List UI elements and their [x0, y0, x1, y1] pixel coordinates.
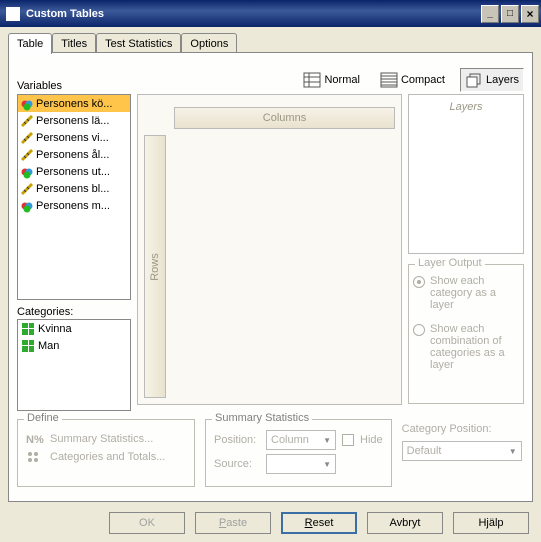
define-legend: Define [24, 412, 62, 424]
category-position-combo[interactable]: Default ▼ [402, 441, 522, 461]
summary-statistics-label: Summary Statistics... [50, 433, 153, 445]
table-canvas[interactable]: Columns Rows [137, 94, 402, 405]
tab-options[interactable]: Options [181, 33, 237, 53]
source-label: Source: [214, 458, 260, 470]
sumstat-legend: Summary Statistics [212, 412, 312, 424]
view-normal-label: Normal [324, 74, 359, 86]
variable-label: Personens bl... [36, 183, 109, 195]
view-normal-button[interactable]: Normal [298, 68, 364, 92]
variable-label: Personens ål... [36, 149, 109, 161]
summary-statistics-button[interactable]: N% Summary Statistics... [26, 432, 186, 446]
layers-header: Layers [409, 95, 523, 113]
close-button[interactable]: × [521, 5, 539, 23]
chevron-down-icon: ▼ [509, 447, 517, 456]
tab-test-statistics[interactable]: Test Statistics [96, 33, 181, 53]
position-value: Column [271, 434, 309, 446]
summary-statistics-group: Summary Statistics Position: Column ▼ Hi… [205, 419, 392, 487]
variable-item[interactable]: Personens lä... [18, 112, 130, 129]
category-item[interactable]: Kvinna [18, 320, 130, 337]
layers-icon [465, 72, 483, 88]
variables-list[interactable]: Personens kö... Personens lä... Personen… [17, 94, 131, 300]
category-icon [22, 323, 34, 335]
view-compact-label: Compact [401, 74, 445, 86]
variable-item[interactable]: Personens bl... [18, 180, 130, 197]
scale-icon [20, 114, 34, 128]
window-title: Custom Tables [24, 8, 479, 20]
categories-label: Categories: [17, 306, 131, 318]
radio-dot-icon [413, 276, 425, 288]
radio-label: Show each category as a layer [430, 275, 519, 311]
position-combo[interactable]: Column ▼ [266, 430, 336, 450]
categories-totals-button[interactable]: Categories and Totals... [26, 450, 186, 464]
maximize-button[interactable]: □ [501, 5, 519, 23]
variable-label: Personens vi... [36, 132, 109, 144]
variable-item[interactable]: Personens vi... [18, 129, 130, 146]
category-label: Kvinna [38, 323, 72, 335]
variable-label: Personens ut... [36, 166, 110, 178]
variable-label: Personens m... [36, 200, 110, 212]
hide-checkbox[interactable] [342, 434, 354, 446]
variable-item[interactable]: Personens ut... [18, 163, 130, 180]
hide-label: Hide [360, 434, 383, 446]
radio-each-category[interactable]: Show each category as a layer [413, 275, 519, 311]
view-compact-button[interactable]: Compact [375, 68, 450, 92]
rows-dropzone[interactable]: Rows [144, 135, 166, 398]
categories-list[interactable]: Kvinna Man [17, 319, 131, 411]
scale-icon [20, 182, 34, 196]
chevron-down-icon: ▼ [323, 436, 331, 445]
minimize-button[interactable]: _ [481, 5, 499, 23]
category-position-value: Default [407, 445, 442, 457]
variable-item[interactable]: Personens m... [18, 197, 130, 214]
chevron-down-icon: ▼ [323, 460, 331, 469]
categories-totals-label: Categories and Totals... [50, 451, 165, 463]
normal-view-icon [303, 72, 321, 88]
scale-icon [20, 148, 34, 162]
variable-label: Personens kö... [36, 98, 112, 110]
layers-dropzone[interactable]: Layers [408, 94, 524, 254]
radio-dot-icon [413, 324, 425, 336]
nominal-icon [20, 199, 34, 213]
category-item[interactable]: Man [18, 337, 130, 354]
radio-each-combination[interactable]: Show each combination of categories as a… [413, 323, 519, 371]
scale-icon [20, 131, 34, 145]
variables-label: Variables [17, 80, 137, 92]
app-icon [6, 7, 20, 21]
view-layers-button[interactable]: Layers [460, 68, 524, 92]
category-icon [22, 340, 34, 352]
define-group: Define N% Summary Statistics... Categori… [17, 419, 195, 487]
columns-dropzone[interactable]: Columns [174, 107, 395, 129]
tab-table[interactable]: Table [8, 33, 52, 54]
nominal-icon [20, 97, 34, 111]
stats-icon: N% [26, 432, 44, 446]
category-label: Man [38, 340, 59, 352]
view-layers-label: Layers [486, 74, 519, 86]
totals-icon [26, 450, 44, 464]
variable-label: Personens lä... [36, 115, 109, 127]
layer-output-group: Layer Output Show each category as a lay… [408, 264, 524, 404]
tab-titles[interactable]: Titles [52, 33, 96, 53]
source-combo[interactable]: ▼ [266, 454, 336, 474]
svg-text:N%: N% [26, 434, 44, 446]
nominal-icon [20, 165, 34, 179]
position-label: Position: [214, 434, 260, 446]
layer-output-legend: Layer Output [415, 257, 485, 269]
variable-item[interactable]: Personens kö... [18, 95, 130, 112]
category-position-label: Category Position: [402, 423, 524, 435]
radio-label: Show each combination of categories as a… [430, 323, 519, 371]
compact-view-icon [380, 72, 398, 88]
variable-item[interactable]: Personens ål... [18, 146, 130, 163]
